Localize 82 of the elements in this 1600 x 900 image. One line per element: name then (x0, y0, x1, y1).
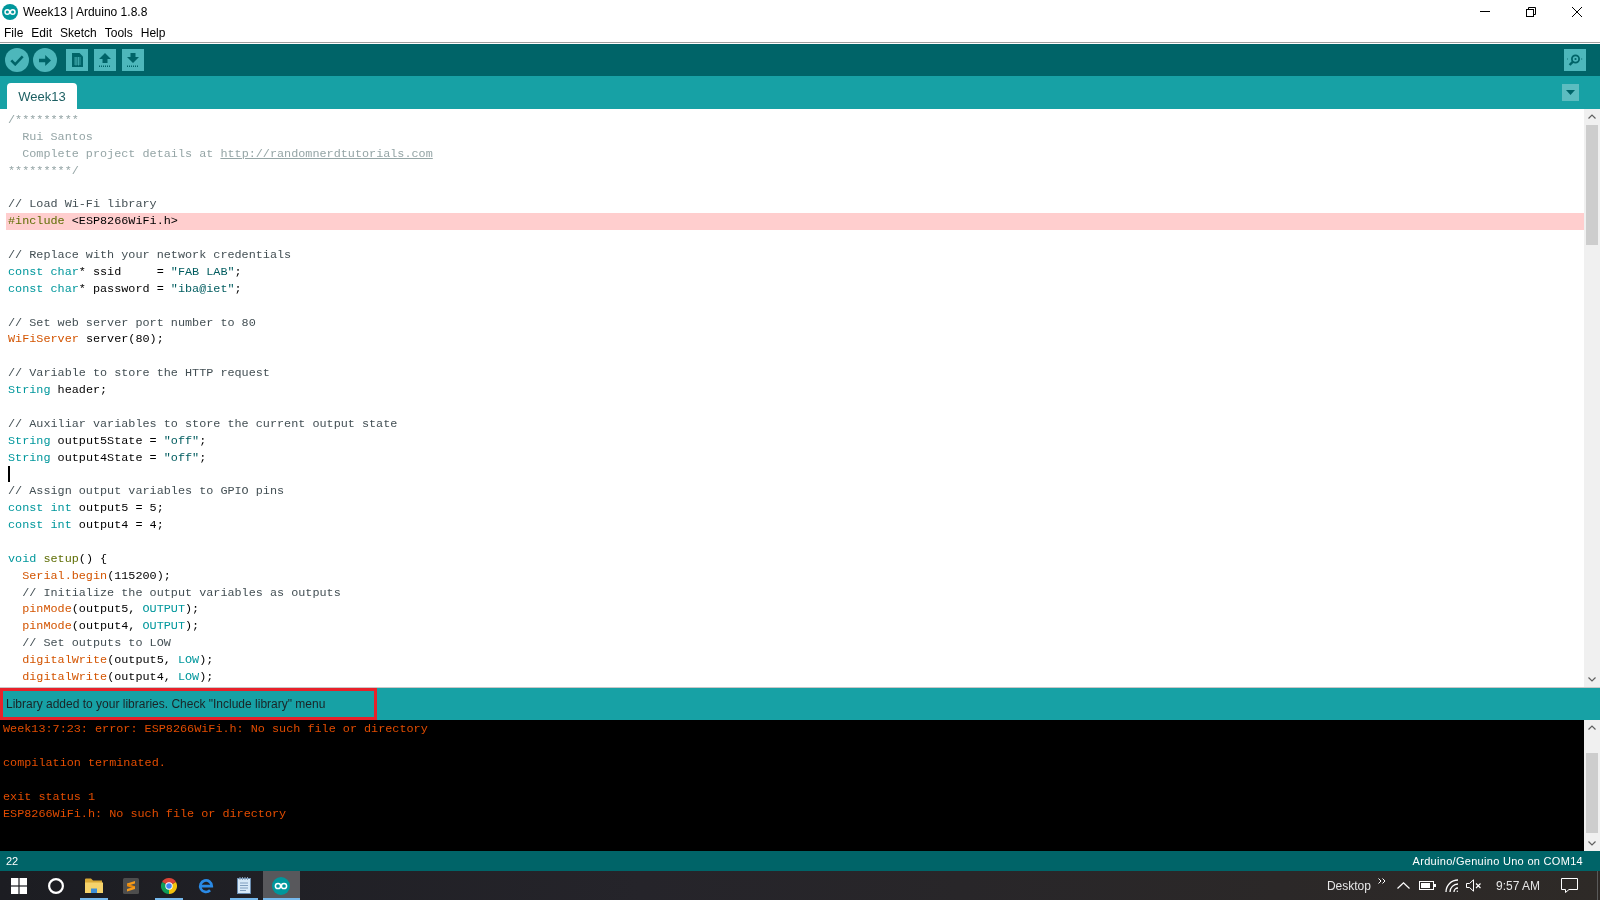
upload-button[interactable] (33, 48, 57, 72)
save-button[interactable] (122, 49, 144, 71)
minimize-icon (1480, 11, 1490, 12)
chevron-up-icon[interactable] (1396, 882, 1410, 889)
code-line: Serial.begin(115200); (21, 567, 172, 585)
chevron-down-icon (1588, 677, 1596, 682)
clock[interactable]: 9:57 AM (1495, 878, 1540, 893)
menu-item[interactable]: Sketch (56, 24, 101, 41)
console-line: compilation terminated. (3, 755, 167, 772)
wifi-icon[interactable] (1444, 879, 1459, 892)
checkmark-icon (10, 54, 24, 66)
chevron-up-icon (1588, 114, 1596, 119)
chevron-down-icon (1588, 841, 1596, 846)
close-icon (1572, 6, 1582, 17)
ring-icon (48, 877, 65, 894)
e-shape-icon (198, 877, 215, 894)
code-line: const char* ssid = "FAB LAB"; (7, 263, 243, 281)
code-line: pinMode(output5, OUTPUT); (21, 601, 201, 619)
code-line: pinMode(output4, OUTPUT); (21, 618, 201, 636)
code-line: Rui Santos (21, 128, 94, 146)
new-sketch-button[interactable] (66, 49, 88, 71)
notepad-icon (236, 877, 251, 894)
tab-menu-button[interactable] (1562, 84, 1579, 101)
console-line: exit status 1 (3, 789, 97, 806)
file-tab[interactable]: Week13 (7, 83, 77, 109)
speech-bubble-icon[interactable] (1561, 878, 1578, 893)
folder-icon (84, 878, 103, 893)
segmented-circle-icon (160, 877, 177, 894)
code-line: digitalWrite(output4, LOW); (21, 668, 215, 686)
code-line: // Set web server port number to 80 (7, 314, 257, 332)
menu-item[interactable]: Help (136, 24, 170, 41)
code-line: WiFiServer server(80); (7, 331, 165, 349)
code-line: void setup() { (7, 550, 109, 568)
infinity-circle-icon (272, 876, 291, 895)
code-line: // Auxiliar variables to store the current output state (7, 415, 399, 433)
code-line: // Initialize the output variables as outputs (21, 584, 342, 602)
code-line: // Set outputs to LOW (21, 635, 172, 652)
code-line: // Load Wi-Fi library (7, 196, 158, 214)
desktop-toolbar-button[interactable]: Desktop (1326, 878, 1371, 893)
menu-item[interactable]: File (0, 24, 28, 41)
code-line: /********* (7, 112, 80, 129)
status-message: Library added to your libraries. Check "Include library" menu (0, 688, 377, 720)
magnifier-icon (1567, 54, 1583, 66)
four-squares-icon (10, 877, 27, 894)
console-line: Week13:7:23: error: ESP8266WiFi.h: No such file or directory (3, 721, 429, 738)
scroll-thumb[interactable] (1586, 125, 1598, 245)
serial-monitor-button[interactable] (1564, 49, 1586, 71)
code-line: *********/ (7, 162, 80, 180)
arrow-down-icon (127, 53, 139, 67)
line-number: 22 (6, 855, 19, 867)
vertical-scrollbar[interactable] (1584, 720, 1600, 851)
speaker-muted-icon[interactable] (1465, 879, 1482, 892)
code-line: String output4State = "off"; (7, 449, 208, 467)
window-title: Week13 | Arduino 1.8.8 (23, 4, 148, 19)
console-line: ESP8266WiFi.h: No such file or directory (3, 806, 288, 823)
code-line: const int output5 = 5; (7, 500, 165, 517)
code-line: // Variable to store the HTTP request (7, 365, 271, 382)
code-line: const int output4 = 4; (7, 517, 165, 534)
menu-item[interactable]: Tools (100, 24, 137, 41)
menu-item[interactable]: Edit (27, 24, 57, 41)
code-line: digitalWrite(output5, LOW); (21, 652, 215, 669)
taskbar-button[interactable] (262, 871, 300, 900)
arrow-up-icon (99, 53, 111, 67)
document-icon (71, 53, 83, 67)
battery-icon[interactable] (1418, 881, 1436, 890)
triangle-down-icon (1566, 90, 1575, 95)
double-chevron-icon[interactable] (1377, 878, 1386, 884)
code-line: // Replace with your network credentials (7, 247, 293, 264)
code-line: // Assign output variables to GPIO pins (7, 483, 286, 501)
striped-tile-icon (123, 877, 140, 894)
scroll-thumb[interactable] (1586, 753, 1598, 833)
vertical-scrollbar[interactable] (1584, 109, 1600, 687)
open-button[interactable] (94, 49, 116, 71)
code-line: String header; (7, 382, 109, 399)
chevron-up-icon (1588, 725, 1596, 730)
restore-icon (1526, 6, 1536, 17)
board-port-label: Arduino/Genuino Uno on COM14 (1412, 855, 1583, 867)
verify-button[interactable] (5, 48, 29, 72)
code-line: String output5State = "off"; (7, 432, 208, 450)
arrow-right-icon (39, 54, 51, 66)
code-line: const char* password = "iba@iet"; (7, 280, 243, 298)
code-line: Complete project details at http://randomnerdtutorials.com (21, 145, 434, 163)
